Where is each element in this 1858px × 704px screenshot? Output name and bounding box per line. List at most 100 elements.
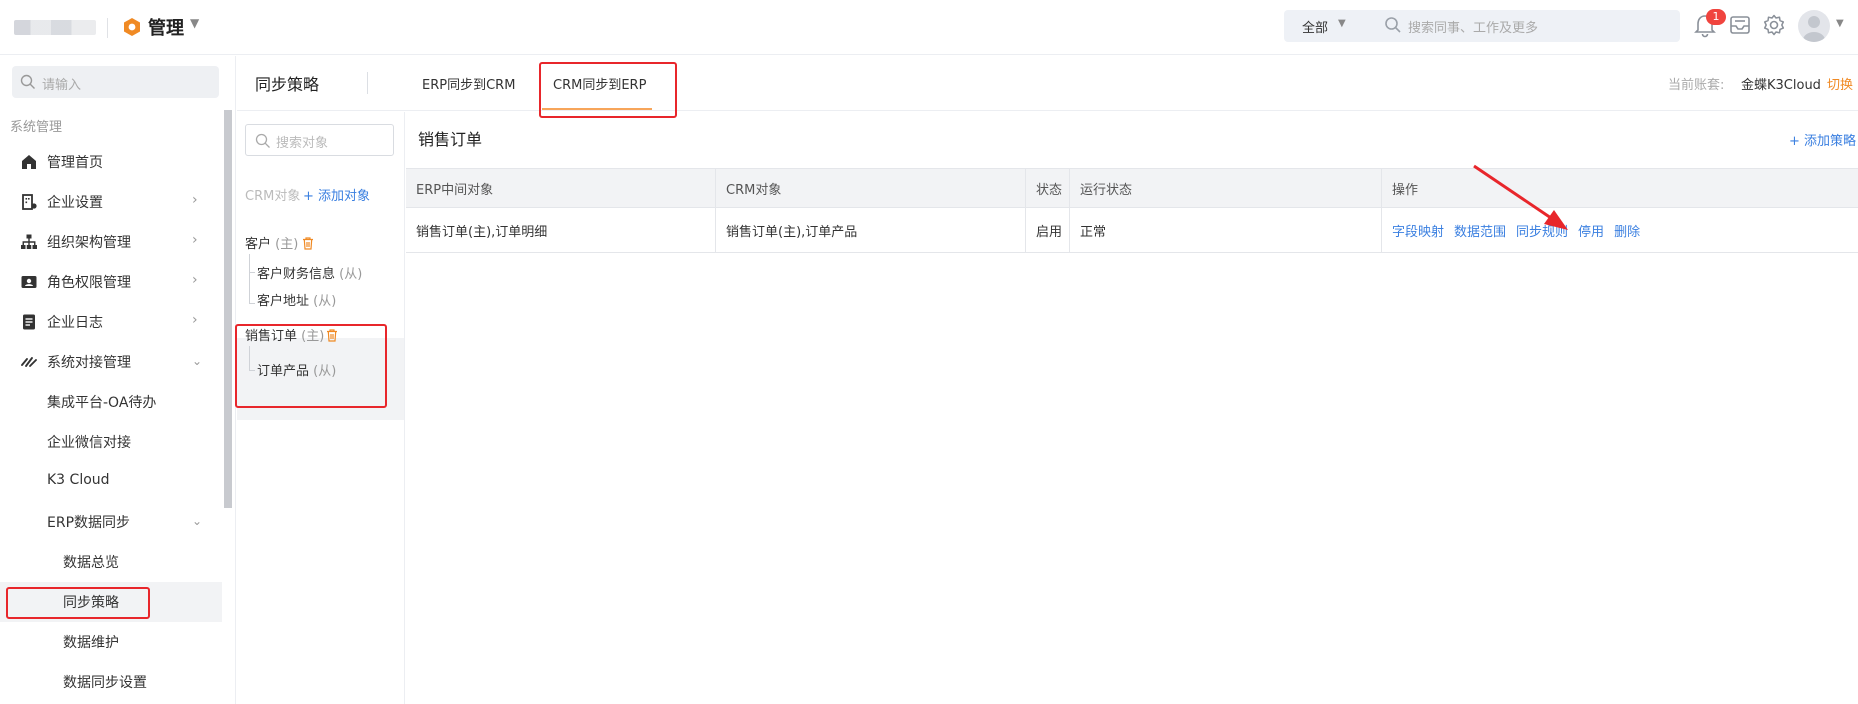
trash-icon[interactable] [301,236,315,250]
search-icon [1385,17,1401,33]
cell-status: 启用 [1026,208,1070,252]
sidebar-item-label: 数据同步设置 [63,675,147,691]
avatar[interactable] [1798,10,1830,42]
sidebar-item-erp-sync[interactable]: ERP数据同步 ⌄ [0,502,222,542]
object-search-placeholder: 搜索对象 [276,136,329,151]
cell-erp-object: 销售订单(主),订单明细 [406,208,716,252]
page-header: 同步策略 ERP同步到CRM CRM同步到ERP 当前账套: 金蝶K3Cloud… [237,56,1858,111]
notification-badge: 1 [1706,9,1726,25]
sidebar-item-label: 同步策略 [63,595,119,611]
chevron-right-icon: › [192,192,198,208]
column-header: 运行状态 [1070,169,1382,207]
search-icon [20,74,35,89]
sidebar-item-oa-todo[interactable]: 集成平台-OA待办 [0,382,222,422]
id-card-icon [21,276,37,288]
document-icon [23,314,35,330]
tab-crm-to-erp[interactable]: CRM同步到ERP [553,74,646,93]
chevron-down-icon: ⌄ [192,514,203,528]
sidebar-item-wechat-work[interactable]: 企业微信对接 [0,422,222,462]
sidebar-item-home[interactable]: 管理首页 [0,142,222,182]
column-header: 操作 [1392,182,1419,198]
sidebar-item-data-sync-settings[interactable]: 数据同步设置 [0,662,222,702]
object-tag: (从) [313,294,337,309]
sidebar-search-input[interactable]: 请输入 [12,66,219,98]
sidebar-item-enterprise-settings[interactable]: 企业设置 › [0,182,222,222]
sidebar-item-org-structure[interactable]: 组织架构管理 › [0,222,222,262]
company-logo[interactable] [14,20,96,35]
delete-link[interactable]: 删除 [1614,221,1640,240]
object-child-name: 客户财务信息 [257,267,336,282]
add-object-button[interactable]: + 添加对象 [303,185,370,204]
inbox-icon[interactable] [1728,13,1752,37]
sidebar-section-title: 系统管理 [10,120,63,135]
divider [107,18,108,38]
sidebar-item-label: 数据总览 [63,555,119,571]
sidebar-item-label: 企业设置 [47,195,103,211]
tree-line [249,272,255,273]
sidebar: 请输入 系统管理 管理首页 企业设置 › 组织架构管理 › 角色权限管理 › 企… [0,56,236,704]
caret-down-icon[interactable]: ▼ [190,16,199,30]
table-row: 销售订单(主),订单明细 销售订单(主),订单产品 启用 正常 字段映射 数据范… [406,208,1858,253]
chevron-right-icon: › [192,272,198,288]
main-content: 销售订单 + 添加策略 ERP中间对象 CRM对象 状态 运行状态 操作 销售订… [406,112,1858,704]
object-group-selected [237,338,404,420]
sidebar-item-system-integration[interactable]: 系统对接管理 ⌄ [0,342,222,382]
cell-crm-object: 销售订单(主),订单产品 [716,208,1026,252]
add-strategy-button[interactable]: + 添加策略 [1789,130,1856,149]
column-header: ERP中间对象 [406,169,716,207]
object-item-customer[interactable]: 客户 (主) [245,233,298,252]
caret-down-icon[interactable]: ▼ [1338,18,1346,29]
sidebar-search-placeholder: 请输入 [42,78,82,93]
sidebar-item-k3-cloud[interactable]: K3 Cloud [0,462,222,502]
search-scope-select[interactable]: 全部 [1302,17,1328,36]
crm-object-label: CRM对象 [245,189,301,204]
global-search[interactable]: 全部 ▼ 搜索同事、工作及更多 [1284,10,1680,42]
field-mapping-link[interactable]: 字段映射 [1392,221,1444,240]
object-name: 客户 [245,237,272,252]
object-tag: (主) [301,329,325,344]
search-input[interactable]: 搜索同事、工作及更多 [1408,17,1538,36]
sidebar-item-label: K3 Cloud [47,472,110,488]
divider [367,72,368,94]
object-tag: (从) [339,267,363,282]
object-panel: 搜索对象 CRM对象 + 添加对象 客户 (主) 客户财务信息 (从) 客户地址… [237,112,405,704]
sidebar-item-label: 企业日志 [47,315,103,331]
sidebar-item-label: 角色权限管理 [47,275,131,291]
gear-icon[interactable] [1762,13,1786,37]
sidebar-item-sync-strategy[interactable]: 同步策略 [0,582,222,622]
tree-line [249,303,255,304]
sidebar-item-data-overview[interactable]: 数据总览 [0,542,222,582]
tree-line [249,346,250,370]
user-icon [1803,16,1825,42]
table-header: ERP中间对象 CRM对象 状态 运行状态 操作 [406,168,1858,208]
sidebar-item-data-maintenance[interactable]: 数据维护 [0,622,222,662]
disable-link[interactable]: 停用 [1578,221,1604,240]
sidebar-item-label: 系统对接管理 [47,355,131,371]
data-range-link[interactable]: 数据范围 [1454,221,1506,240]
object-child-name: 客户地址 [257,294,310,309]
sidebar-item-label: 集成平台-OA待办 [47,395,157,411]
caret-down-icon[interactable]: ▼ [1836,18,1844,29]
sidebar-item-enterprise-log[interactable]: 企业日志 › [0,302,222,342]
object-tag: (从) [313,364,337,379]
sidebar-scrollbar[interactable] [224,110,232,508]
active-tab-indicator [542,108,652,110]
tab-erp-to-crm[interactable]: ERP同步到CRM [422,74,515,93]
object-item-sales-order[interactable]: 销售订单 (主) [245,325,324,344]
tree-line [249,370,255,371]
trash-icon[interactable] [325,328,339,342]
sidebar-item-label: ERP数据同步 [47,515,131,531]
app-title[interactable]: 管理 [148,14,184,40]
sidebar-item-label: 管理首页 [47,155,103,171]
object-child-name: 订单产品 [257,364,310,379]
switch-account-link[interactable]: 切换 [1827,74,1853,93]
object-search-input[interactable]: 搜索对象 [245,124,394,156]
object-name: 销售订单 [245,329,298,344]
object-child-order-product[interactable]: 订单产品 (从) [257,360,336,379]
sync-rules-link[interactable]: 同步规则 [1516,221,1568,240]
sidebar-item-role-permissions[interactable]: 角色权限管理 › [0,262,222,302]
object-child-customer-finance[interactable]: 客户财务信息 (从) [257,263,362,282]
object-tag: (主) [275,237,299,252]
object-child-customer-address[interactable]: 客户地址 (从) [257,290,336,309]
chevron-down-icon: ⌄ [192,354,203,368]
